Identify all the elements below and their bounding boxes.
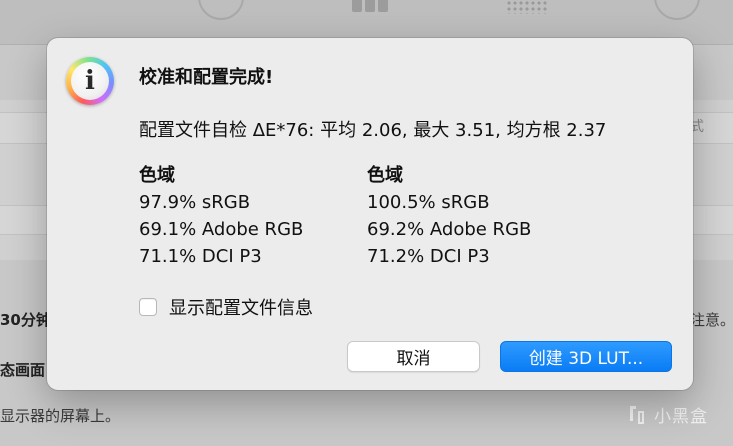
gamut-srgb: 100.5% sRGB — [367, 192, 490, 213]
gamut-srgb: 97.9% sRGB — [139, 192, 251, 213]
gamut-adobe-rgb: 69.1% Adobe RGB — [139, 219, 304, 240]
gamut-heading: 色域 — [139, 165, 175, 186]
watermark-text: 小黑盒 — [654, 407, 708, 427]
dialog-title: 校准和配置完成! — [139, 67, 274, 88]
show-profile-info-option[interactable]: 显示配置文件信息 — [139, 294, 313, 320]
background-text-line2: 态画面 — [0, 361, 46, 379]
background-tool-icon-2 — [654, 0, 700, 20]
profile-self-check-message: 配置文件自检 ΔE*76: 平均 2.06, 最大 3.51, 均方根 2.37 — [139, 120, 607, 141]
gamut-dci-p3: 71.2% DCI P3 — [367, 246, 490, 267]
gamut-heading: 色域 — [367, 165, 403, 186]
watermark-logo-icon — [630, 405, 644, 424]
create-3d-lut-button[interactable]: 创建 3D LUT... — [500, 341, 672, 372]
background-dots-icon — [506, 0, 548, 14]
gamut-column-left: 色域 97.9% sRGB 69.1% Adobe RGB 71.1% DCI … — [139, 162, 303, 270]
background-text-line1: 30分钟 — [0, 311, 51, 329]
background-text-line3: 显示器的屏幕上。 — [0, 407, 121, 425]
gamut-adobe-rgb: 69.2% Adobe RGB — [367, 219, 532, 240]
background-tool-icon — [198, 0, 244, 20]
gamut-column-right: 色域 100.5% sRGB 69.2% Adobe RGB 71.2% DCI… — [367, 162, 531, 270]
info-icon: i — [66, 57, 114, 105]
show-profile-info-label[interactable]: 显示配置文件信息 — [169, 294, 313, 320]
watermark: 小黑盒 — [624, 402, 708, 427]
background-button: 式 — [690, 119, 704, 135]
cancel-button[interactable]: 取消 — [347, 341, 480, 372]
show-profile-info-checkbox[interactable] — [139, 298, 157, 316]
background-grid-icon — [352, 0, 388, 12]
gamut-dci-p3: 71.1% DCI P3 — [139, 246, 262, 267]
calibration-complete-dialog: i 校准和配置完成! 配置文件自检 ΔE*76: 平均 2.06, 最大 3.5… — [47, 38, 693, 390]
background-text-line1-right: 注意。 — [690, 311, 733, 329]
